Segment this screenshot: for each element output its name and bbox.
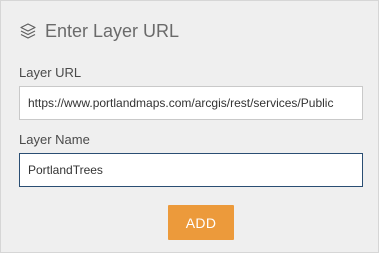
add-layer-panel: Enter Layer URL Layer URL Layer Name ADD (0, 0, 379, 253)
layers-icon (19, 22, 37, 40)
layer-url-input[interactable] (19, 86, 363, 120)
panel-header: Enter Layer URL (19, 19, 179, 43)
add-button[interactable]: ADD (168, 205, 234, 240)
layer-name-label: Layer Name (19, 132, 90, 147)
dialog-title: Enter Layer URL (45, 20, 180, 41)
layer-name-input[interactable] (19, 153, 363, 187)
layer-url-label: Layer URL (19, 65, 82, 80)
